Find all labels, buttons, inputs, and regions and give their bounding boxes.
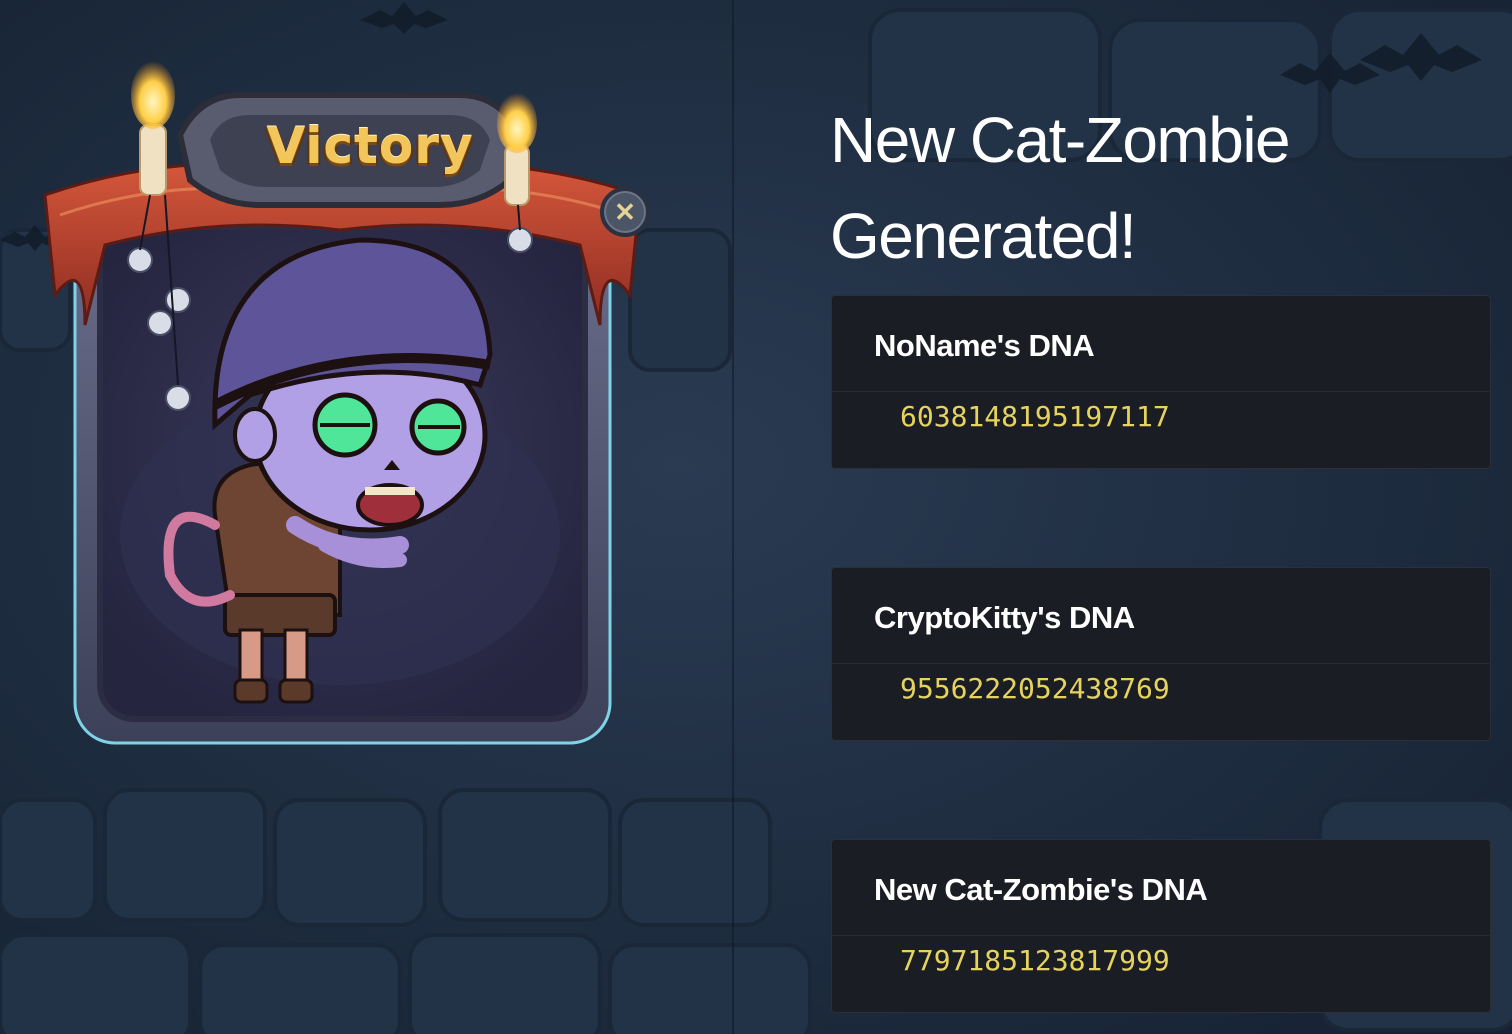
dna-card-value: 6038148195197117 — [900, 400, 1170, 433]
page-title: New Cat-Zombie Generated! — [830, 104, 1291, 272]
panel-divider — [732, 0, 734, 1034]
dna-card-label: New Cat-Zombie's DNA — [832, 840, 1490, 936]
dna-card-value: 9556222052438769 — [900, 672, 1170, 705]
dna-card-new-cat-zombie: New Cat-Zombie's DNA 7797185123817999 — [831, 839, 1491, 1013]
dna-card-label: CryptoKitty's DNA — [832, 568, 1490, 664]
dna-card-value: 7797185123817999 — [900, 944, 1170, 977]
victory-card: Victory ✕ — [40, 55, 650, 755]
close-icon[interactable]: ✕ — [600, 187, 650, 237]
dna-card-noname: NoName's DNA 6038148195197117 — [831, 295, 1491, 469]
dna-card-cryptokitty: CryptoKitty's DNA 9556222052438769 — [831, 567, 1491, 741]
dna-card-label: NoName's DNA — [832, 296, 1490, 392]
victory-banner-label: Victory — [266, 117, 474, 175]
